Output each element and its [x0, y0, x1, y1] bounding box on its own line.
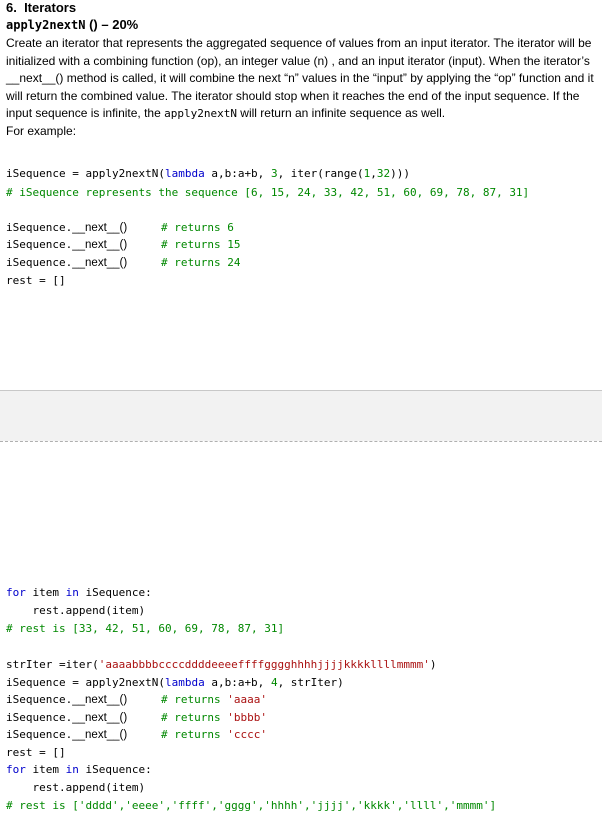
- page-break-divider: [0, 441, 602, 442]
- code-line-rest-init: rest = []: [6, 274, 66, 287]
- code-line-create-sequence-2: iSequence = apply2nextN(lambda a,b:a+b, …: [6, 676, 344, 690]
- code-line-for-loop-2: for item in iSequence:: [6, 763, 152, 777]
- code-number: 32: [376, 167, 391, 180]
- code-text: ))): [390, 167, 411, 180]
- code-text: iSequence = apply2nextN(: [6, 676, 165, 689]
- code-string: 'aaaabbbbccccddddeeeeffffgggghhhhjjjjkkk…: [98, 658, 430, 671]
- code-comment-call-2: # returns 15: [161, 238, 241, 251]
- description-code: apply2nextN: [164, 107, 237, 121]
- code-dunder: __next__(): [72, 712, 128, 724]
- code-text: item: [25, 763, 66, 776]
- code-keyword: for: [6, 586, 26, 599]
- code-comment: # returns: [161, 693, 228, 706]
- code-keyword: in: [65, 586, 79, 599]
- code-comment-call-1: # returns 6: [161, 221, 234, 234]
- code-text: iSequence:: [78, 586, 152, 599]
- section-title: 6. Iterators: [6, 0, 77, 15]
- code-line-for-loop: for item in iSequence:: [6, 586, 152, 600]
- code-text: strIter =iter(: [6, 658, 99, 671]
- code-dunder: __next__(): [72, 694, 128, 706]
- code-comment-result-2: # rest is ['dddd','eeee','ffff','gggg','…: [6, 799, 497, 812]
- code-text: ,: [370, 167, 377, 180]
- problem-description: Create an iterator that represents the a…: [6, 35, 594, 141]
- function-weight: () – 20%: [85, 17, 139, 32]
- code-line-rest-init-2: rest = []: [6, 746, 66, 759]
- code-text: iSequence:: [78, 763, 152, 776]
- code-line-call-6: iSequence.__next__(): [6, 728, 127, 742]
- code-comment-result: # rest is [33, 42, 51, 60, 69, 78, 87, 3…: [6, 622, 285, 635]
- example-intro: For example:: [6, 123, 77, 138]
- code-text: iSequence.: [6, 728, 73, 741]
- code-text: iSequence.: [6, 711, 73, 724]
- code-keyword: lambda: [164, 167, 205, 180]
- code-comment-call-5: # returns 'bbbb': [161, 711, 267, 725]
- code-line-call-2: iSequence.__next__(): [6, 238, 127, 252]
- code-text: , strIter): [277, 676, 344, 689]
- code-comment: # returns: [161, 728, 228, 741]
- code-comment-sequence: # iSequence represents the sequence [6, …: [6, 186, 530, 199]
- code-keyword: for: [6, 763, 26, 776]
- code-string: 'bbbb': [227, 711, 267, 724]
- function-name: apply2nextN: [6, 18, 86, 32]
- page-break-band: [0, 390, 602, 441]
- code-string: 'aaaa': [227, 693, 267, 706]
- code-text: a,b:a+b,: [204, 676, 271, 689]
- code-comment-call-3: # returns 24: [161, 256, 241, 269]
- code-string: 'cccc': [227, 728, 267, 741]
- code-line-call-5: iSequence.__next__(): [6, 711, 127, 725]
- code-text: iSequence.: [6, 693, 73, 706]
- description-end: will return an infinite sequence as well…: [236, 106, 446, 121]
- code-line-create-sequence: iSequence = apply2nextN(lambda a,b:a+b, …: [6, 167, 410, 181]
- code-number: 4: [270, 676, 278, 689]
- code-text: , iter(range(: [277, 167, 364, 180]
- code-text: iSequence = apply2nextN(: [6, 167, 165, 180]
- code-dunder: __next__(): [72, 257, 128, 269]
- code-dunder: __next__(): [72, 239, 128, 251]
- code-text: iSequence.: [6, 221, 73, 234]
- code-keyword: in: [65, 763, 79, 776]
- function-heading: apply2nextN () – 20%: [6, 17, 138, 32]
- code-text: iSequence.: [6, 256, 73, 269]
- code-text: a,b:a+b,: [204, 167, 271, 180]
- code-line-append-2: rest.append(item): [6, 781, 146, 794]
- code-line-str-iter: strIter =iter('aaaabbbbccccddddeeeeffffg…: [6, 658, 436, 672]
- code-line-call-1: iSequence.__next__(): [6, 221, 127, 235]
- code-text: iSequence.: [6, 238, 73, 251]
- code-comment-call-4: # returns 'aaaa': [161, 693, 267, 707]
- code-dunder: __next__(): [72, 729, 128, 741]
- code-line-call-3: iSequence.__next__(): [6, 256, 127, 270]
- code-number: 3: [270, 167, 278, 180]
- code-comment-call-6: # returns 'cccc': [161, 728, 267, 742]
- code-line-append: rest.append(item): [6, 604, 146, 617]
- code-comment: # returns: [161, 711, 228, 724]
- code-line-call-4: iSequence.__next__(): [6, 693, 127, 707]
- code-keyword: lambda: [164, 676, 205, 689]
- code-text: ): [429, 658, 437, 671]
- code-text: item: [25, 586, 66, 599]
- code-dunder: __next__(): [72, 222, 128, 234]
